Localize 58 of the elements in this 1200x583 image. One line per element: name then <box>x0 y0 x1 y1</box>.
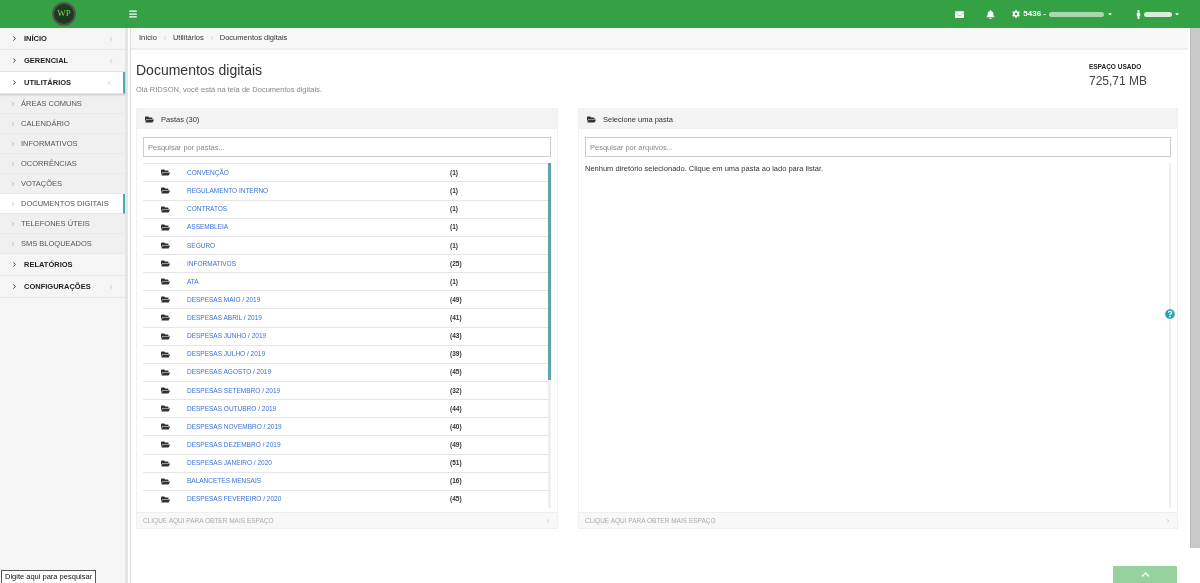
usage-value: 725,71 MB <box>1088 72 1147 90</box>
folder-icon <box>160 186 170 196</box>
folder-icon <box>160 422 170 432</box>
folder-icon <box>160 386 170 395</box>
folder-icon <box>160 313 170 323</box>
caret-icon <box>1174 11 1180 17</box>
caret-icon <box>1107 11 1113 17</box>
chevron-left-icon <box>108 35 114 42</box>
separator-icon <box>161 35 168 41</box>
notification-icon[interactable] <box>986 9 996 19</box>
chevron-up-icon <box>1140 570 1150 579</box>
user-icon <box>1135 9 1142 19</box>
blurred-name <box>1049 11 1104 17</box>
folder-icon <box>160 476 170 486</box>
chevron-right-icon <box>11 261 18 268</box>
folder-icon <box>160 168 170 178</box>
chevron-right-icon <box>545 517 551 524</box>
help-icon[interactable] <box>1165 309 1175 319</box>
chevron-right-icon <box>10 200 16 207</box>
folder-icon <box>145 114 154 124</box>
scrollbar[interactable] <box>548 163 551 509</box>
folder-icon <box>160 458 170 468</box>
folder-icon <box>160 404 170 414</box>
chevron-left-icon <box>108 283 114 290</box>
chevron-right-icon <box>10 240 16 247</box>
folder-icon <box>160 494 170 504</box>
folder-icon <box>160 331 170 341</box>
chevron-right-icon <box>1165 517 1171 524</box>
folder-icon <box>160 349 170 359</box>
chevron-right-icon <box>10 100 16 107</box>
chevron-right-icon <box>10 220 16 227</box>
folder-icon <box>160 259 170 268</box>
chevron-right-icon <box>11 57 18 64</box>
chevron-right-icon <box>11 79 18 86</box>
chevron-right-icon <box>10 160 16 167</box>
chevron-right-icon <box>11 283 18 290</box>
folder-icon <box>160 240 170 250</box>
folder-icon <box>160 367 170 377</box>
folder-icon <box>160 204 170 214</box>
folder-icon <box>160 440 170 450</box>
chevron-right-icon <box>10 120 16 127</box>
chevron-right-icon <box>11 35 18 42</box>
user-menu[interactable] <box>1135 9 1180 19</box>
settings-icon <box>1012 10 1021 18</box>
chevron-right-icon <box>10 140 16 147</box>
folder-icon <box>160 277 170 287</box>
folder-icon <box>587 114 596 124</box>
chevron-left-icon <box>108 57 114 64</box>
logo: WP <box>52 2 76 26</box>
folder-icon <box>160 222 170 232</box>
separator-icon <box>208 35 215 41</box>
blurred-name <box>1144 11 1172 17</box>
menu-icon[interactable] <box>128 9 138 19</box>
page-title: Documentos digitais <box>136 61 264 80</box>
mail-icon[interactable] <box>955 9 965 19</box>
folder-icon <box>160 295 170 305</box>
chevron-right-icon <box>10 180 16 187</box>
chevron-left-icon <box>106 79 112 86</box>
